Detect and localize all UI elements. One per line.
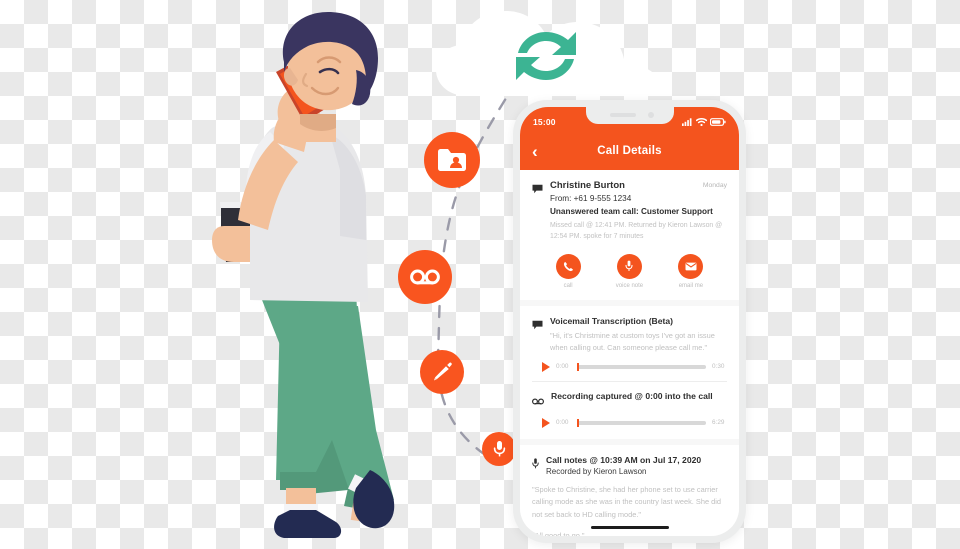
voicemail-title: Voicemail Transcription (Beta) (550, 315, 674, 326)
home-indicator[interactable] (590, 526, 669, 529)
voicemail-icon (531, 392, 545, 410)
pencil-icon[interactable] (420, 350, 464, 394)
voicemail-scrubber[interactable] (577, 362, 579, 371)
call-notes-paragraph: "All good to go." (532, 531, 585, 536)
play-icon[interactable] (542, 361, 550, 372)
voicemail-transcript: "Hi, it's Christmine at custom toys I've… (550, 330, 715, 352)
recording-current-time: 0:00 (556, 419, 569, 427)
voicemail-current-time: 0:00 (556, 363, 569, 371)
phone-notch (585, 107, 674, 124)
caller-number: From: +61 9-555 1234 (550, 193, 632, 203)
voicemail-icon[interactable] (398, 250, 452, 304)
page-title: Call Details (597, 145, 662, 157)
voicemail-player[interactable]: 0:00 0:30 (532, 361, 727, 372)
action-call[interactable]: call (555, 253, 581, 289)
play-icon[interactable] (542, 417, 550, 428)
phone-screen: 15:00 ‹ Call Details Christine Burton Mo… (520, 107, 739, 536)
quick-actions: call voice note email me (532, 253, 727, 289)
voicemail-progress-track[interactable] (577, 362, 706, 371)
phone-icon (555, 253, 581, 279)
call-notes-card: Call notes @ 10:39 AM on Jul 17, 2020 Re… (520, 444, 739, 536)
cloud-sync-icon (432, 8, 682, 106)
recording-player[interactable]: 0:00 6:29 (532, 417, 727, 428)
recording-scrubber[interactable] (577, 418, 579, 427)
signal-icon (682, 118, 692, 126)
divider (532, 380, 727, 382)
action-email-me-label: email me (678, 282, 704, 289)
screen-content[interactable]: Christine Burton Monday From: +61 9-555 … (520, 170, 739, 536)
action-email-me[interactable]: email me (678, 253, 704, 289)
illustration-stage: 15:00 ‹ Call Details Christine Burton Mo… (0, 0, 960, 549)
battery-icon (710, 118, 726, 126)
call-detail-card: Christine Burton Monday From: +61 9-555 … (520, 170, 739, 300)
voicemail-card: Voicemail Transcription (Beta) "Hi, it's… (520, 305, 739, 439)
contact-name: Christine Burton (550, 180, 625, 191)
recording-progress-track[interactable] (577, 418, 706, 427)
voicemail-total-time: 0:30 (712, 363, 725, 371)
nav-bar: ‹ Call Details (520, 131, 739, 171)
action-call-label: call (563, 282, 573, 289)
smartphone-mockup: 15:00 ‹ Call Details Christine Burton Mo… (513, 100, 746, 543)
envelope-icon (678, 253, 704, 279)
call-subject: Unanswered team call: Customer Support (550, 207, 713, 217)
contact-folder-icon[interactable] (424, 132, 480, 188)
app-topbar: 15:00 ‹ Call Details (520, 107, 739, 170)
recording-total-time: 6:29 (712, 419, 725, 427)
call-notes-recorded-by: Recorded by Kieron Lawson (546, 466, 647, 476)
message-icon (532, 181, 543, 199)
call-detail-text: Missed call @ 12:41 PM. Returned by Kier… (550, 222, 723, 241)
microphone-icon (616, 253, 642, 279)
call-notes-paragraph: "Spoke to Christine, she had her phone s… (532, 484, 721, 519)
action-voice-note[interactable]: voice note (615, 253, 644, 289)
call-notes-title: Call notes @ 10:39 AM on Jul 17, 2020 (546, 454, 702, 465)
action-voice-note-label: voice note (615, 282, 644, 289)
status-time: 15:00 (533, 117, 556, 127)
wifi-icon (696, 118, 707, 126)
recording-title: Recording captured @ 0:00 into the call (551, 390, 713, 401)
call-day-label: Monday (702, 182, 727, 189)
microphone-icon[interactable] (482, 432, 516, 466)
microphone-icon (532, 456, 539, 474)
message-icon (532, 317, 543, 335)
status-indicators (682, 118, 726, 126)
